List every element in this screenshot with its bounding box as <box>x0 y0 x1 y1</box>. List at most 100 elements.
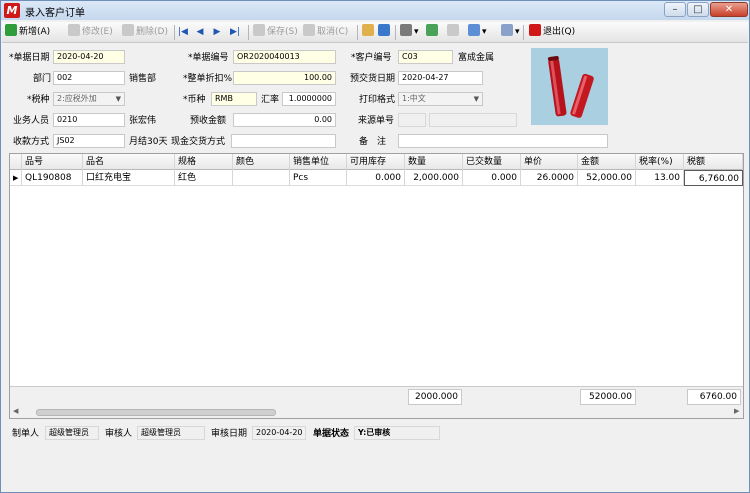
copy-button[interactable] <box>426 24 440 41</box>
save-icon <box>253 24 265 36</box>
export-icon <box>447 24 459 36</box>
exit-icon <box>529 24 541 36</box>
edit-button[interactable]: 修改(E) <box>68 24 113 41</box>
date-field[interactable]: 2020-04-20 <box>53 50 125 64</box>
cell-amount[interactable]: 52,000.00 <box>578 170 636 186</box>
add-button[interactable]: 新增(A) <box>5 24 50 41</box>
column-header[interactable]: 颜色 <box>233 154 290 170</box>
dept-field[interactable]: 002 <box>53 71 125 85</box>
attach-button[interactable] <box>362 24 376 41</box>
cell-price[interactable]: 26.0000 <box>521 170 578 186</box>
currency-label: *币种 <box>183 95 206 105</box>
customer-name: 富成金属 <box>458 53 495 63</box>
dept-name: 销售部 <box>129 74 157 84</box>
column-header[interactable]: 已交数量 <box>463 154 521 170</box>
close-button[interactable]: ✕ <box>710 2 748 17</box>
minimize-button[interactable]: – <box>664 2 686 17</box>
delivery-field[interactable] <box>231 134 336 148</box>
column-header[interactable]: 数量 <box>405 154 463 170</box>
total-qty: 2000.000 <box>408 389 462 405</box>
table-row[interactable]: ▶ QL190808 口红充电宝 红色 Pcs 0.000 2,000.000 … <box>10 170 743 186</box>
add-label: 新增(A) <box>19 27 51 37</box>
audit-date-label: 审核日期 <box>211 429 248 439</box>
customer-field[interactable]: C03 <box>398 50 453 64</box>
auditor-field: 超级管理员 <box>137 426 205 440</box>
source-no-label: 来源单号 <box>358 116 395 126</box>
scroll-left-icon[interactable]: ◀ <box>13 407 18 415</box>
edit-label: 修改(E) <box>82 27 113 37</box>
query-icon <box>378 24 390 36</box>
last-icon[interactable]: ▶| <box>230 27 240 38</box>
cell-tax-amount[interactable]: 6,760.00 <box>684 170 743 186</box>
cell-item-name[interactable]: 口红充电宝 <box>83 170 175 186</box>
remark-field[interactable] <box>398 134 608 148</box>
doc-no-field[interactable]: OR2020040013 <box>233 50 336 64</box>
query-button[interactable] <box>378 24 392 41</box>
source-no-extra-field <box>429 113 517 127</box>
grid-header: 品号 品名 规格 颜色 销售单位 可用库存 数量 已交数量 单价 金额 税率(%… <box>10 154 743 170</box>
print-icon <box>400 24 412 36</box>
prepay-field[interactable]: 0.00 <box>233 113 336 127</box>
delete-icon <box>122 24 134 36</box>
prev-icon[interactable]: ◀ <box>195 27 205 38</box>
toolbar: 新增(A) 修改(E) 删除(D) |◀ ◀ ▶ ▶| 保存(S) 取消(C) … <box>2 22 748 43</box>
discount-field[interactable]: 100.00 <box>233 71 336 85</box>
column-header[interactable]: 金额 <box>578 154 636 170</box>
scroll-right-icon[interactable]: ▶ <box>734 407 739 415</box>
help-icon <box>501 24 513 36</box>
rate-label: 汇率 <box>261 95 280 105</box>
cancel-button[interactable]: 取消(C) <box>303 24 348 41</box>
expected-date-field[interactable]: 2020-04-27 <box>398 71 483 85</box>
save-label: 保存(S) <box>267 27 298 37</box>
horizontal-scrollbar[interactable]: ◀ ▶ <box>10 406 743 418</box>
dept-label: 部门 <box>33 74 52 84</box>
save-button[interactable]: 保存(S) <box>253 24 298 41</box>
cell-qty[interactable]: 2,000.000 <box>405 170 463 186</box>
first-icon[interactable]: |◀ <box>178 27 188 38</box>
column-header[interactable]: 可用库存 <box>347 154 405 170</box>
grid-totals: 2000.000 52000.00 6760.00 <box>10 386 743 406</box>
total-tax: 6760.00 <box>687 389 741 405</box>
attach-icon <box>362 24 374 36</box>
salesperson-field[interactable]: 0210 <box>53 113 125 127</box>
delivery-label: 现金交货方式 <box>171 137 226 147</box>
date-label: *单据日期 <box>9 53 50 63</box>
next-icon[interactable]: ▶ <box>212 27 222 38</box>
scrollbar-thumb[interactable] <box>36 409 276 416</box>
print-button[interactable]: ▾ <box>400 24 419 41</box>
delete-button[interactable]: 删除(D) <box>122 24 168 41</box>
lipstick-powerbank-picture <box>531 48 608 125</box>
cell-delivered-qty[interactable]: 0.000 <box>463 170 521 186</box>
payment-field[interactable]: JS02 <box>53 134 125 148</box>
column-header[interactable]: 销售单位 <box>290 154 347 170</box>
currency-field[interactable]: RMB <box>211 92 257 106</box>
maximize-button[interactable]: □ <box>687 2 709 17</box>
exit-label: 退出(Q) <box>543 27 576 37</box>
export-button[interactable] <box>447 24 461 41</box>
column-header[interactable]: 品名 <box>83 154 175 170</box>
report-button[interactable]: ▾ <box>468 24 487 41</box>
cell-color[interactable] <box>233 170 290 186</box>
cell-tax-rate[interactable]: 13.00 <box>636 170 684 186</box>
rate-field[interactable]: 1.0000000 <box>282 92 336 106</box>
source-no-field[interactable] <box>398 113 426 127</box>
cell-spec[interactable]: 红色 <box>175 170 233 186</box>
print-format-select[interactable]: 1:中文 ▼ <box>398 92 483 106</box>
cell-item-no[interactable]: QL190808 <box>22 170 83 186</box>
cell-unit[interactable]: Pcs <box>290 170 347 186</box>
column-header[interactable]: 税率(%) <box>636 154 684 170</box>
chevron-down-icon: ▼ <box>115 95 121 103</box>
cell-stock[interactable]: 0.000 <box>347 170 405 186</box>
column-header[interactable]: 税额 <box>684 154 743 170</box>
toolbar-divider <box>357 25 358 40</box>
column-header[interactable]: 品号 <box>22 154 83 170</box>
column-header[interactable]: 单价 <box>521 154 578 170</box>
help-button[interactable]: ▾ <box>501 24 520 41</box>
discount-label: *整单折扣% <box>183 74 233 84</box>
column-header[interactable]: 规格 <box>175 154 233 170</box>
tax-type-select[interactable]: 2:应税外加 ▼ <box>53 92 125 106</box>
exit-button[interactable]: 退出(Q) <box>529 24 575 41</box>
order-window: M 录入客户订单 – □ ✕ 新增(A) 修改(E) 删除(D) |◀ ◀ ▶ … <box>0 0 750 493</box>
add-icon <box>5 24 17 36</box>
salesperson-name: 张宏伟 <box>129 116 157 126</box>
